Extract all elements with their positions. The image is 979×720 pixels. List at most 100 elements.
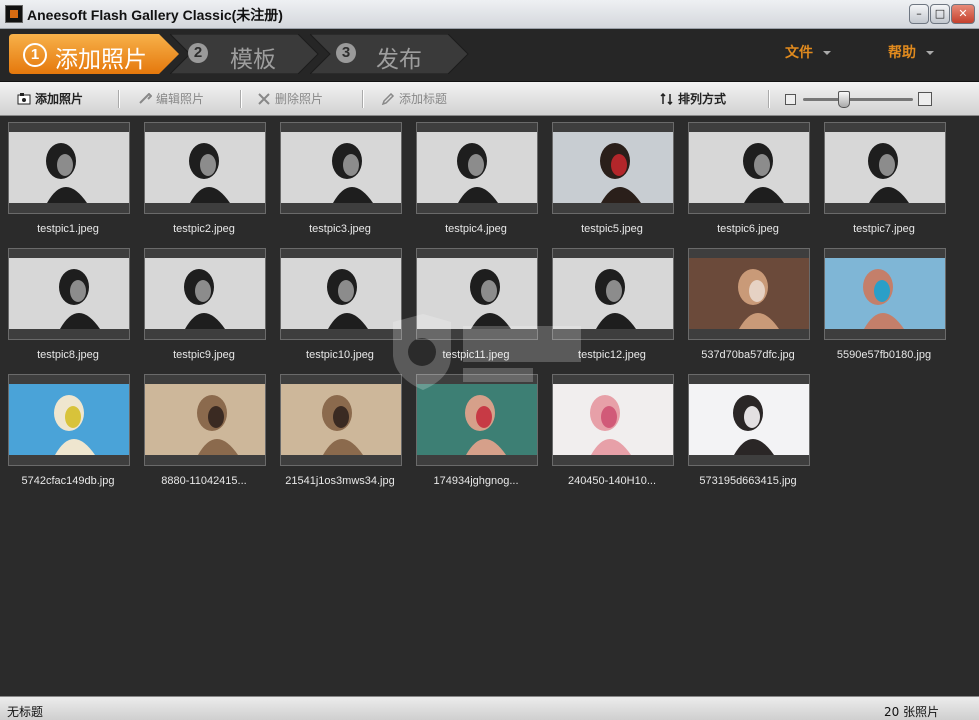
chevron-down-icon	[823, 51, 831, 55]
delete-photo-button[interactable]: 删除照片	[257, 91, 323, 107]
photo-thumbnail[interactable]	[688, 122, 810, 214]
maximize-button[interactable]: □	[930, 4, 950, 24]
zoom-slider-track[interactable]	[803, 98, 913, 101]
photo-thumbnail[interactable]	[552, 122, 674, 214]
photo-filename: 573195d663415.jpg	[699, 475, 797, 487]
photo-image	[281, 375, 401, 465]
step-bar: 1 添加照片 2 模板 3 发布 文件 帮助	[0, 29, 979, 82]
photo-filename: 537d70ba57dfc.jpg	[701, 349, 795, 361]
photo-image	[417, 249, 537, 339]
photo-thumbnail[interactable]	[416, 248, 538, 340]
step-number: 2	[188, 43, 208, 63]
photo-image	[825, 123, 945, 213]
photo-image	[417, 123, 537, 213]
photo-image	[9, 249, 129, 339]
help-menu-label: 帮助	[888, 45, 916, 61]
photo-filename: testpic2.jpeg	[173, 223, 235, 235]
photo-image	[9, 123, 129, 213]
photo-thumbnail[interactable]	[824, 122, 946, 214]
photo-thumbnail[interactable]	[416, 374, 538, 466]
photo-image	[553, 249, 673, 339]
step-add-photos[interactable]: 1 添加照片	[9, 34, 181, 74]
photo-thumbnail[interactable]	[824, 248, 946, 340]
toolbar-divider	[362, 90, 364, 108]
photo-image	[281, 123, 401, 213]
photo-filename: 8880-11042415...	[161, 475, 247, 487]
photo-image	[689, 249, 809, 339]
window-title: Aneesoft Flash Gallery Classic(未注册)	[27, 7, 283, 23]
sort-button[interactable]: 排列方式	[660, 91, 726, 107]
photo-filename: testpic6.jpeg	[717, 223, 779, 235]
photo-thumbnail[interactable]	[144, 248, 266, 340]
wrench-icon	[139, 93, 152, 104]
edit-photo-label: 编辑照片	[156, 92, 205, 106]
close-button[interactable]: ✕	[951, 4, 975, 24]
pencil-icon	[381, 93, 395, 105]
photo-image	[417, 375, 537, 465]
file-menu-label: 文件	[785, 45, 813, 61]
delete-photo-label: 删除照片	[275, 92, 324, 106]
step-publish[interactable]: 3 发布	[310, 34, 470, 74]
photo-thumbnail[interactable]	[552, 374, 674, 466]
sort-icon	[660, 93, 673, 105]
edit-photo-button[interactable]: 编辑照片	[138, 91, 204, 107]
photo-image	[145, 375, 265, 465]
toolbar-divider	[118, 90, 120, 108]
add-title-label: 添加标题	[399, 92, 448, 106]
photo-image	[145, 123, 265, 213]
photo-filename: testpic8.jpeg	[37, 349, 99, 361]
photo-image	[689, 123, 809, 213]
photo-filename: 21541j1os3mws34.jpg	[285, 475, 395, 487]
zoom-in-icon[interactable]	[918, 92, 932, 106]
help-menu[interactable]: 帮助	[888, 42, 934, 62]
photo-thumbnail[interactable]	[8, 374, 130, 466]
toolbar: 添加照片 编辑照片 删除照片 添加标题 排列方式	[0, 82, 979, 116]
photo-thumbnail[interactable]	[688, 374, 810, 466]
add-photo-icon	[17, 93, 31, 105]
photo-thumbnail[interactable]	[8, 248, 130, 340]
photo-filename: 5590e57fb0180.jpg	[836, 349, 932, 361]
status-title: 无标题	[7, 705, 44, 719]
photo-thumbnail[interactable]	[552, 248, 674, 340]
delete-icon	[258, 93, 270, 105]
app-icon	[5, 5, 23, 23]
chevron-down-icon	[926, 51, 934, 55]
photo-thumbnail[interactable]	[280, 122, 402, 214]
photo-filename: 5742cfac149db.jpg	[21, 475, 115, 487]
photo-filename: 240450-140H10...	[567, 475, 657, 487]
photo-filename: testpic12.jpeg	[578, 349, 646, 361]
photo-grid: testpic1.jpeg testpic2.jpeg testpic3.jpeg t…	[0, 116, 979, 696]
photo-filename: testpic5.jpeg	[581, 223, 643, 235]
photo-filename: 174934jghgnog...	[433, 475, 519, 487]
toolbar-divider	[768, 90, 770, 108]
add-photo-button[interactable]: 添加照片	[17, 91, 83, 107]
add-photo-label: 添加照片	[35, 92, 84, 106]
photo-image	[553, 375, 673, 465]
photo-filename: testpic4.jpeg	[445, 223, 507, 235]
step-template[interactable]: 2 模板	[170, 34, 320, 74]
photo-thumbnail[interactable]	[280, 374, 402, 466]
photo-image	[9, 375, 129, 465]
photo-image	[689, 375, 809, 465]
add-title-button[interactable]: 添加标题	[381, 91, 447, 107]
minimize-button[interactable]: –	[909, 4, 929, 24]
photo-image	[281, 249, 401, 339]
photo-thumbnail[interactable]	[144, 122, 266, 214]
zoom-out-icon[interactable]	[785, 94, 796, 105]
sort-label: 排列方式	[678, 92, 727, 106]
step-label: 发布	[376, 47, 422, 73]
zoom-slider-thumb[interactable]	[838, 91, 850, 108]
photo-thumbnail[interactable]	[688, 248, 810, 340]
photo-filename: testpic1.jpeg	[37, 223, 99, 235]
photo-thumbnail[interactable]	[8, 122, 130, 214]
photo-image	[145, 249, 265, 339]
step-number: 1	[23, 43, 47, 67]
photo-filename: testpic9.jpeg	[173, 349, 235, 361]
title-bar: Aneesoft Flash Gallery Classic(未注册) – □ …	[0, 0, 979, 29]
step-label: 模板	[230, 47, 276, 73]
file-menu[interactable]: 文件	[785, 42, 831, 62]
photo-count: 20 张照片	[884, 705, 940, 719]
photo-thumbnail[interactable]	[144, 374, 266, 466]
photo-thumbnail[interactable]	[280, 248, 402, 340]
photo-thumbnail[interactable]	[416, 122, 538, 214]
